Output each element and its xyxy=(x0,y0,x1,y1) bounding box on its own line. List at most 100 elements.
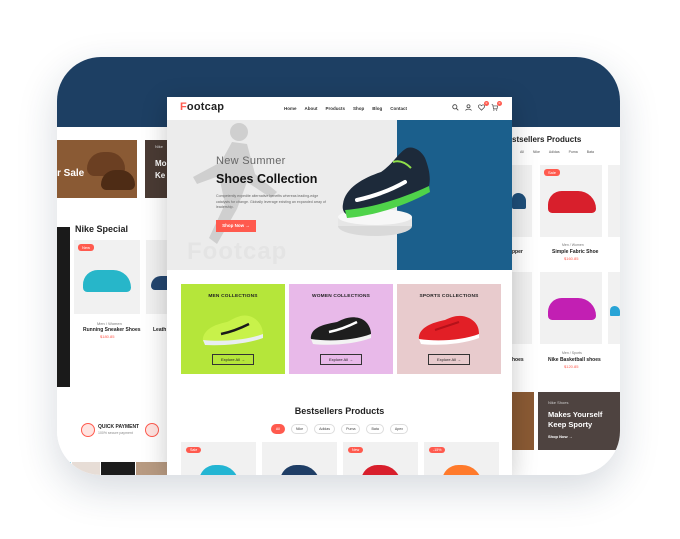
filter-tab[interactable]: All xyxy=(520,150,524,154)
collections-row: MEN COLLECTIONS Explore All → WOMEN COLL… xyxy=(181,284,501,374)
women-collection-card[interactable]: WOMEN COLLECTIONS Explore All → xyxy=(289,284,393,374)
dark-side-panel xyxy=(57,227,70,387)
product-card[interactable] xyxy=(262,442,337,475)
filter-tab[interactable]: Puma xyxy=(569,150,578,154)
product-name[interactable]: pper xyxy=(512,249,523,255)
collection-title: WOMEN COLLECTIONS xyxy=(311,294,371,299)
product-card[interactable] xyxy=(146,240,167,314)
promo-banner[interactable]: Nike Shoes Makes Yourself Keep Sporty Sh… xyxy=(538,392,620,450)
wishlist-count-badge: 0 xyxy=(484,101,489,106)
search-icon[interactable] xyxy=(452,104,459,111)
user-icon[interactable] xyxy=(465,104,472,111)
sale-banner[interactable]: r Sale xyxy=(57,140,137,198)
filter-tab-apex[interactable]: Apex xyxy=(389,424,409,434)
explore-all-button[interactable]: Explore All → xyxy=(428,354,470,365)
hero-description: Competently expedite alternative benefit… xyxy=(216,194,326,209)
product-name[interactable]: Running Sneaker Shoes xyxy=(83,327,141,333)
filter-tab-bata[interactable]: Bata xyxy=(366,424,384,434)
product-name[interactable]: Leath xyxy=(153,327,166,333)
promo-banner-title: Makes Yourself Keep Sporty xyxy=(548,410,602,430)
nav-links: Home About Products Shop Blog Contact xyxy=(284,106,407,111)
sale-banner-text: r Sale xyxy=(57,168,85,179)
logo-text: ootcap xyxy=(186,101,225,113)
gallery-image[interactable] xyxy=(57,462,71,475)
promo-banner-title-line: Keep Sporty xyxy=(548,420,593,429)
filter-tab-nike[interactable]: Nike xyxy=(290,424,309,434)
product-category: Men / Women xyxy=(562,243,584,247)
sneaker-image xyxy=(548,298,596,320)
logo-initial: F xyxy=(180,101,187,113)
promo-banner-title: Mo Ke xyxy=(155,159,167,180)
filter-tabs: All Nike Adidas Puma Bata xyxy=(520,150,594,154)
explore-all-button[interactable]: Explore All → xyxy=(320,354,362,365)
men-collection-card[interactable]: MEN COLLECTIONS Explore All → xyxy=(181,284,285,374)
product-card[interactable]: Sale xyxy=(540,165,602,237)
nav-link-blog[interactable]: Blog xyxy=(372,106,382,111)
preview-frame: r Sale Nike Mo Ke Nike Special New Men /… xyxy=(57,57,620,475)
hero-watermark: Footcap xyxy=(187,238,288,265)
gallery-image[interactable] xyxy=(72,462,100,475)
filter-tab-puma[interactable]: Puma xyxy=(341,424,361,434)
product-card[interactable] xyxy=(608,272,620,344)
nav-link-home[interactable]: Home xyxy=(284,106,297,111)
product-card[interactable]: New xyxy=(343,442,418,475)
product-card[interactable]: Sale xyxy=(181,442,256,475)
leather-shoe-image xyxy=(101,170,135,190)
product-card[interactable] xyxy=(540,272,602,344)
nav-link-about[interactable]: About xyxy=(305,106,318,111)
hero-sneaker-image xyxy=(342,147,430,218)
product-badge: Sale xyxy=(186,447,202,453)
product-price: $160.85 xyxy=(564,256,579,261)
shop-now-button[interactable]: Shop Now → xyxy=(216,220,256,232)
filter-tab[interactable]: Nike xyxy=(533,150,540,154)
green-sneaker-image xyxy=(202,315,263,346)
filter-tab[interactable]: Bata xyxy=(587,150,594,154)
product-category: Men / Women xyxy=(97,321,122,326)
promo-banner[interactable] xyxy=(512,392,534,450)
filter-tab-all[interactable]: All xyxy=(270,424,285,434)
product-card[interactable]: -15% xyxy=(424,442,499,475)
header-actions: 0 0 xyxy=(452,101,502,111)
service-icon xyxy=(145,423,159,437)
heart-icon[interactable]: 0 xyxy=(478,101,489,111)
sneaker-image xyxy=(280,465,320,475)
bestsellers-filter-tabs: All Nike Adidas Puma Bata Apex xyxy=(167,424,512,434)
filter-tab[interactable]: Adidas xyxy=(549,150,560,154)
section-title: stsellers Products xyxy=(512,135,582,144)
sneaker-image xyxy=(199,465,239,475)
sneaker-image xyxy=(512,193,526,209)
cart-count-badge: 0 xyxy=(497,101,502,106)
right-background-page: stsellers Products All Nike Adidas Puma … xyxy=(512,127,620,475)
product-badge: Sale xyxy=(544,169,561,176)
sneaker-image xyxy=(548,191,596,213)
nav-link-contact[interactable]: Contact xyxy=(390,106,407,111)
main-page-preview: Footcap Home About Products Shop Blog Co… xyxy=(167,97,512,475)
gallery-image[interactable] xyxy=(136,462,167,475)
service-subtitle: 100% secure payment xyxy=(98,431,133,435)
product-price: $180.85 xyxy=(100,334,115,339)
gallery-image[interactable] xyxy=(101,462,135,475)
product-badge: -15% xyxy=(429,447,446,453)
promo-banner-tag: Nike xyxy=(155,144,164,149)
product-card[interactable] xyxy=(608,165,620,237)
product-card[interactable] xyxy=(512,272,532,344)
nav-link-products[interactable]: Products xyxy=(326,106,346,111)
product-name[interactable]: Simple Fabric Shoe xyxy=(552,249,598,255)
explore-all-button[interactable]: Explore All → xyxy=(212,354,254,365)
nav-link-shop[interactable]: Shop xyxy=(353,106,364,111)
hero-banner: Footcap New Summer Shoes Collection Comp… xyxy=(167,120,512,270)
hero-subtitle: New Summer xyxy=(216,155,286,167)
sports-collection-card[interactable]: SPORTS COLLECTIONS Explore All → xyxy=(397,284,501,374)
sneaker-image xyxy=(83,270,131,292)
product-card[interactable]: New xyxy=(74,240,140,314)
hero-title: Shoes Collection xyxy=(216,172,318,186)
product-name[interactable]: hoes xyxy=(512,357,524,363)
site-logo[interactable]: Footcap xyxy=(180,101,224,113)
cart-icon[interactable]: 0 xyxy=(491,101,502,111)
sneaker-image xyxy=(442,465,482,475)
filter-tab-adidas[interactable]: Adidas xyxy=(314,424,336,434)
product-card[interactable] xyxy=(512,165,532,237)
promo-banner[interactable]: Nike Mo Ke xyxy=(145,140,167,198)
product-name[interactable]: Nike Basketball shoes xyxy=(548,357,601,363)
promo-shop-link[interactable]: Shop Now → xyxy=(548,434,573,439)
